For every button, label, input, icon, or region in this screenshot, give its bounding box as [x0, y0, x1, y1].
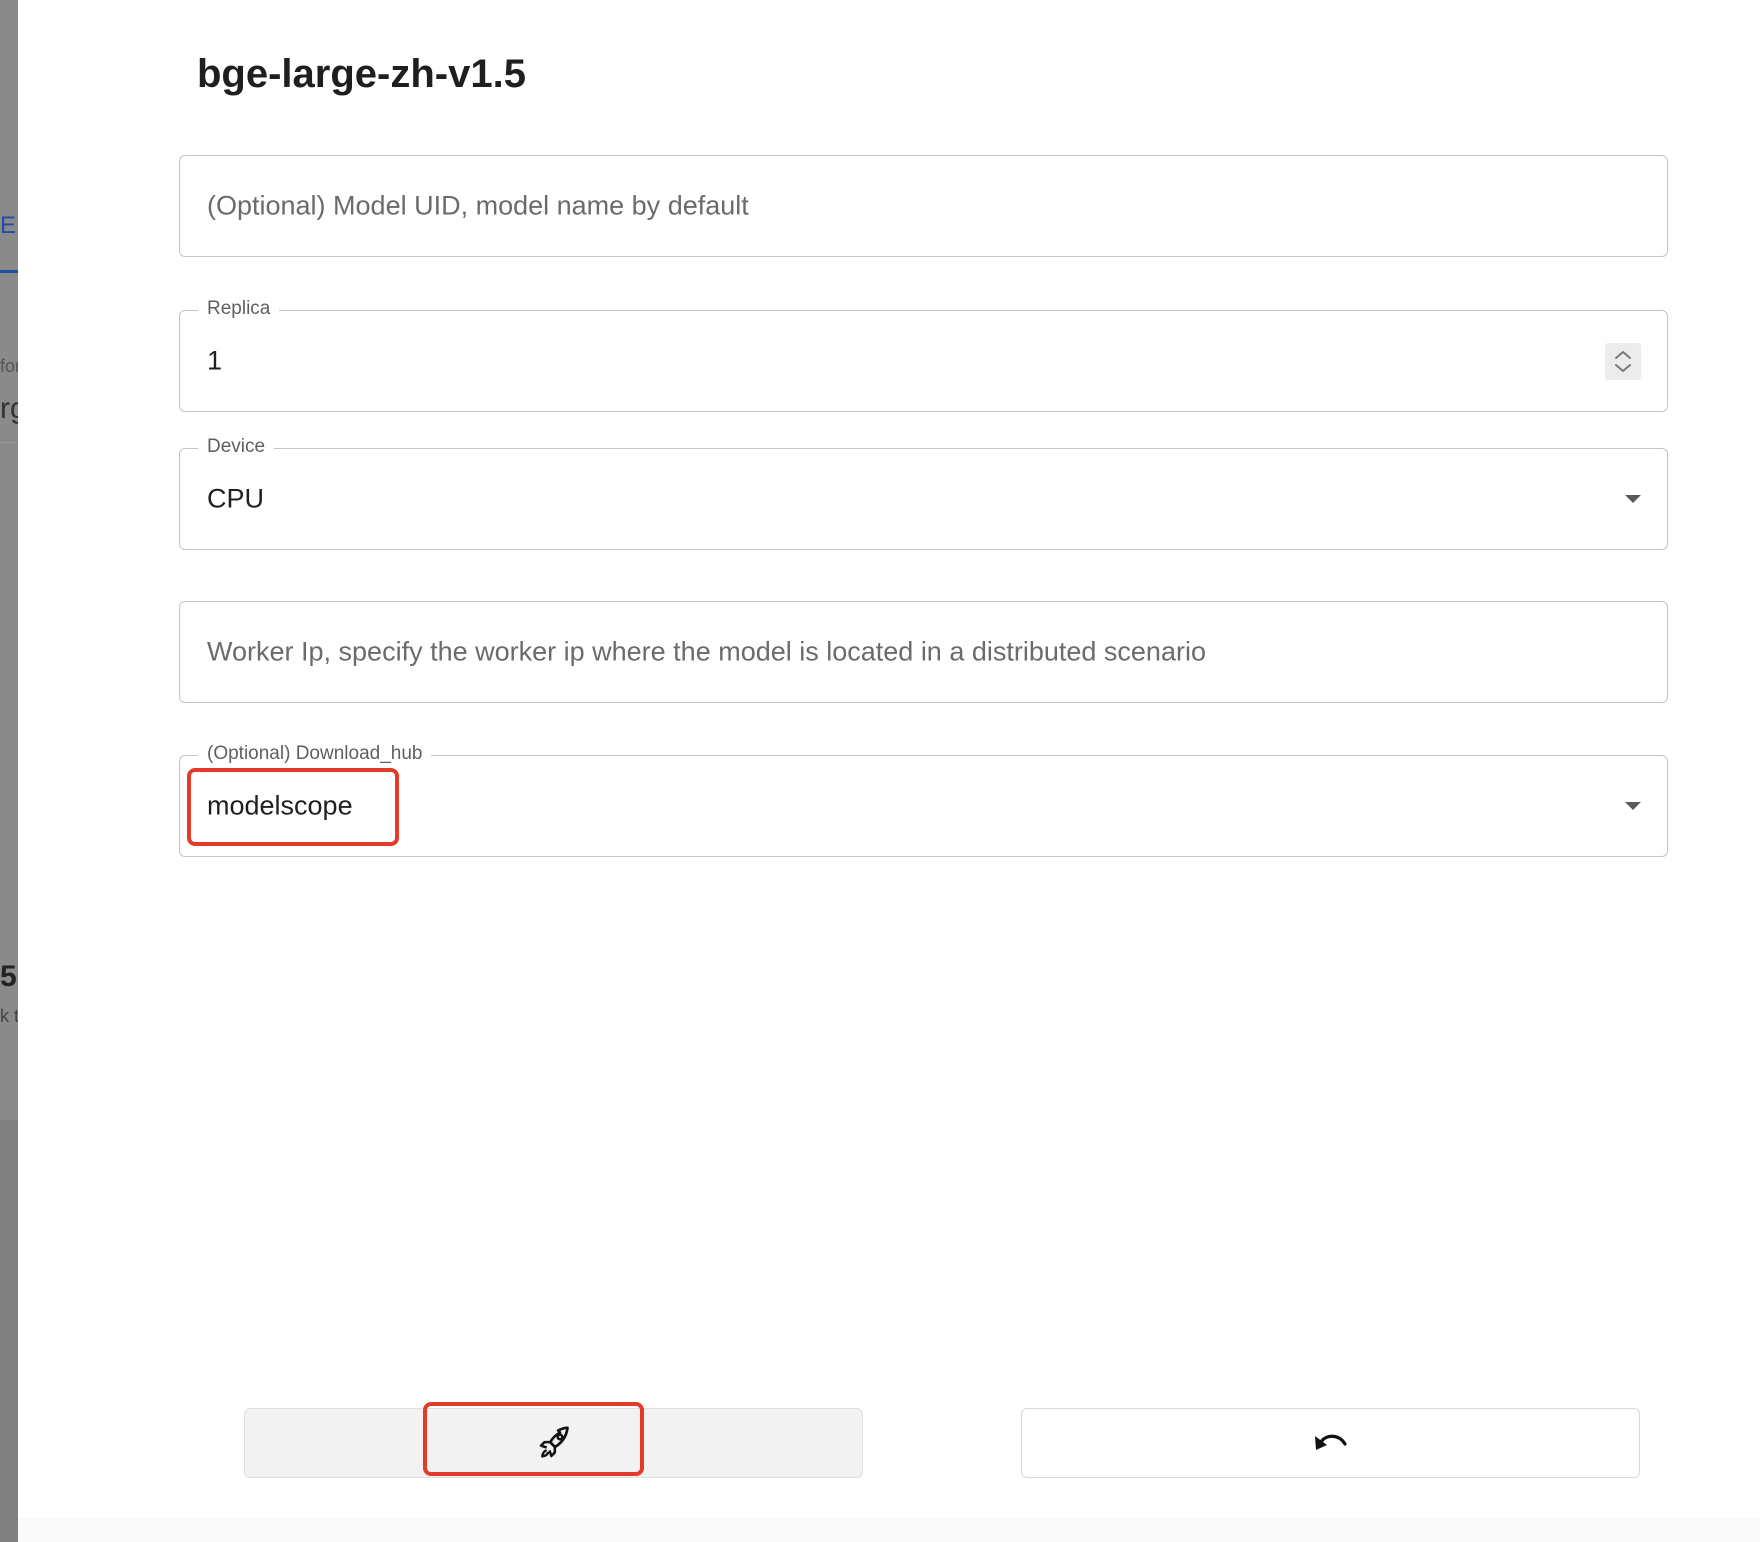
background-overlay-upper	[0, 0, 18, 1120]
background-value-fragment: rg	[0, 392, 18, 425]
background-tab-indicator	[0, 270, 18, 273]
chevron-down-icon[interactable]	[1623, 800, 1643, 812]
replica-label: Replica	[198, 298, 280, 320]
download-hub-select[interactable]: (Optional) Download_hub modelscope	[179, 743, 1668, 857]
go-back-button[interactable]	[1021, 1408, 1640, 1478]
stepper-arrows-icon[interactable]	[1605, 343, 1641, 380]
device-select[interactable]: Device CPU	[179, 436, 1668, 550]
drawer-bottom-edge	[18, 1518, 1760, 1542]
worker-ip-placeholder[interactable]: Worker Ip, specify the worker ip where t…	[207, 637, 1206, 668]
replica-field[interactable]: Replica 1	[179, 298, 1668, 412]
model-uid-placeholder[interactable]: (Optional) Model UID, model name by defa…	[207, 191, 749, 222]
background-divider	[0, 442, 18, 443]
device-value[interactable]: CPU	[207, 484, 264, 515]
replica-value[interactable]: 1	[207, 346, 222, 377]
undo-icon	[1314, 1434, 1347, 1450]
background-label-fragment: for	[0, 356, 18, 376]
background-text-fragment: k t	[0, 1006, 18, 1026]
background-number-fragment: 51	[0, 960, 18, 993]
model-uid-field[interactable]: (Optional) Model UID, model name by defa…	[179, 155, 1668, 257]
background-overlay-lower	[0, 1120, 18, 1542]
download-hub-highlight-box	[187, 768, 399, 846]
replica-stepper[interactable]	[1605, 343, 1641, 380]
device-label: Device	[198, 436, 275, 458]
launch-button-highlight-box	[423, 1402, 644, 1476]
background-tab-fragment: E	[0, 212, 17, 239]
model-title: bge-large-zh-v1.5	[197, 52, 526, 96]
background-page-overlay: E for rg 51 k t	[0, 0, 18, 1542]
chevron-down-icon[interactable]	[1623, 493, 1643, 505]
download-hub-label: (Optional) Download_hub	[198, 743, 432, 765]
worker-ip-field[interactable]: Worker Ip, specify the worker ip where t…	[179, 601, 1668, 703]
